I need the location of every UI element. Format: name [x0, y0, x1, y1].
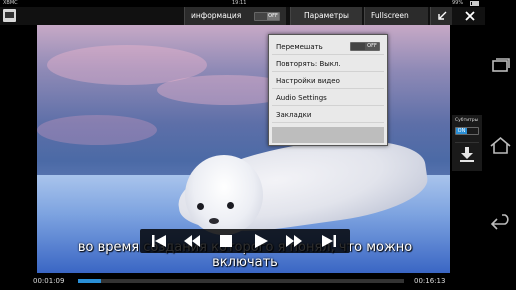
params-menu: Перемешать OFF Повторять: Выкл. Настройк…: [268, 34, 388, 146]
menu-item-shuffle[interactable]: Перемешать OFF: [272, 39, 384, 55]
menu-item-label: Настройки видео: [276, 77, 340, 85]
menu-footer: [272, 127, 384, 143]
params-button[interactable]: Параметры: [290, 7, 362, 29]
shuffle-toggle-state: OFF: [365, 43, 379, 50]
seek-bar-area: 00:01:09 00:16:13: [0, 273, 485, 290]
fullscreen-button[interactable]: Fullscreen: [364, 7, 428, 25]
play-button[interactable]: [252, 233, 270, 249]
current-time: 00:01:09: [33, 277, 65, 285]
subtitle-download-button[interactable]: [455, 142, 479, 166]
battery-icon: [470, 1, 479, 6]
menu-item-label: Повторять: Выкл.: [276, 60, 341, 68]
skip-previous-icon: [152, 235, 166, 247]
close-icon: [465, 11, 475, 21]
seek-bar-fill: [78, 279, 101, 283]
home-icon: [490, 136, 511, 154]
android-nav-bar: [485, 0, 516, 290]
status-battery-level: 99%: [452, 0, 464, 6]
info-label: информация: [191, 11, 242, 20]
close-button[interactable]: [458, 7, 482, 25]
status-clock: 19:11: [232, 0, 247, 6]
info-toggle[interactable]: OFF: [254, 12, 280, 21]
exit-fullscreen-button[interactable]: [430, 7, 452, 25]
info-toggle-button[interactable]: информация OFF: [184, 7, 286, 25]
skip-next-button[interactable]: [320, 233, 338, 249]
fast-forward-button[interactable]: [285, 233, 303, 249]
transport-controls: [140, 229, 350, 253]
menu-item-label: Перемешать: [276, 43, 323, 51]
seek-bar[interactable]: [78, 279, 404, 283]
rewind-button[interactable]: [183, 233, 201, 249]
back-icon: [490, 214, 509, 230]
status-bar: XBMC 19:11 99%: [0, 0, 485, 7]
stop-button[interactable]: [217, 233, 235, 249]
info-toggle-state: OFF: [267, 13, 279, 20]
stop-icon: [220, 235, 232, 247]
skip-next-icon: [322, 235, 336, 247]
subtitles-label: Субтитры: [455, 118, 479, 123]
subtitles-toggle[interactable]: ON: [455, 127, 479, 135]
download-icon: [460, 147, 474, 162]
status-app-name: XBMC: [3, 0, 18, 6]
fast-forward-icon: [286, 235, 302, 247]
menu-item-video-settings[interactable]: Настройки видео: [272, 73, 384, 89]
skip-previous-button[interactable]: [150, 233, 168, 249]
subtitles-panel: Субтитры ON: [452, 115, 482, 171]
menu-item-audio-settings[interactable]: Audio Settings: [272, 90, 384, 106]
rewind-icon: [184, 235, 200, 247]
menu-item-repeat[interactable]: Повторять: Выкл.: [272, 56, 384, 72]
play-icon: [255, 234, 268, 248]
shuffle-toggle[interactable]: OFF: [350, 42, 380, 51]
menu-item-label: Закладки: [276, 111, 312, 119]
recent-apps-button[interactable]: [487, 52, 514, 79]
back-button[interactable]: [487, 211, 514, 238]
fullscreen-label: Fullscreen: [371, 11, 409, 20]
menu-item-bookmarks[interactable]: Закладки: [272, 107, 384, 123]
total-time: 00:16:13: [414, 277, 446, 285]
shrink-arrow-icon: [438, 11, 447, 20]
home-button[interactable]: [487, 132, 514, 159]
xbmc-logo-icon[interactable]: [3, 9, 16, 22]
recent-apps-icon: [492, 58, 510, 72]
menu-item-label: Audio Settings: [276, 94, 327, 102]
params-label: Параметры: [304, 11, 349, 20]
subtitles-toggle-state: ON: [456, 128, 467, 134]
